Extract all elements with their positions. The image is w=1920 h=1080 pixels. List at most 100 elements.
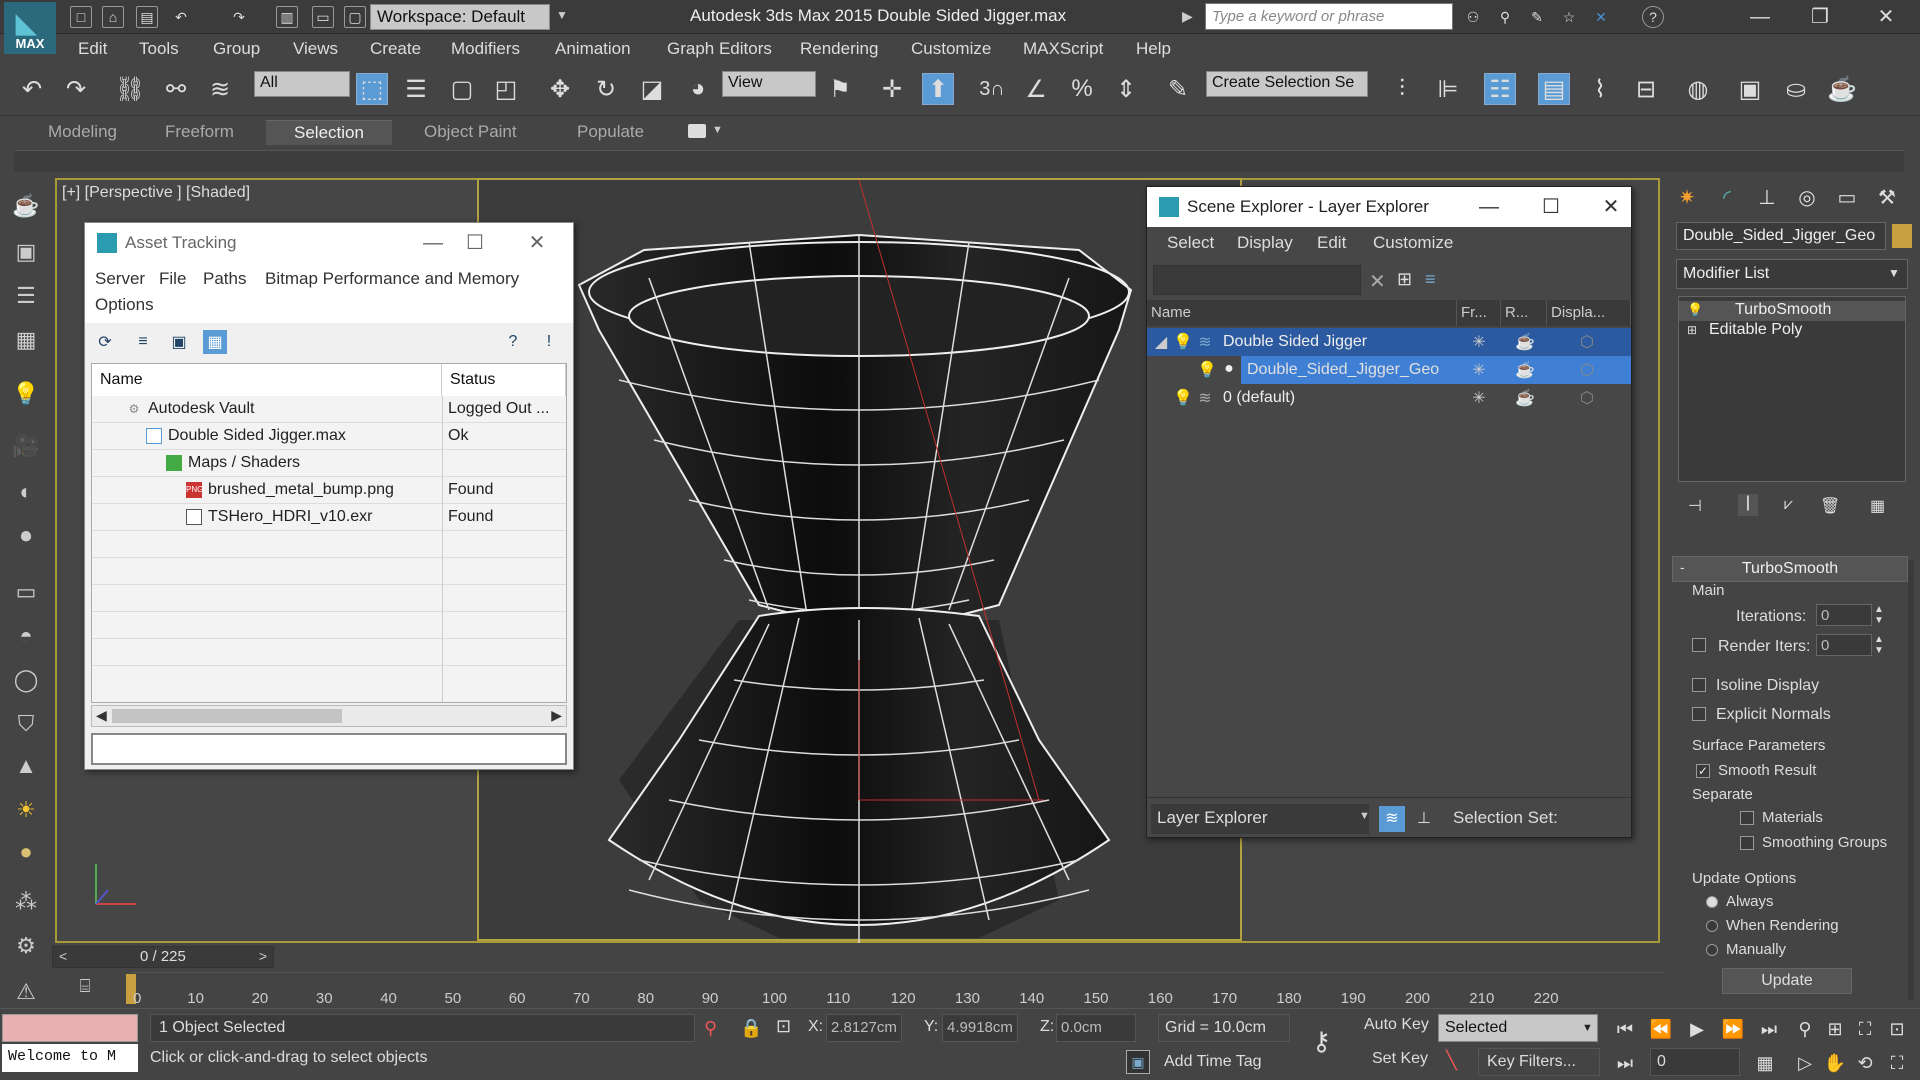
helper-icon[interactable]: ◐ [10, 476, 42, 508]
maxscript-listener-input[interactable] [2, 1014, 138, 1042]
chevron-down-icon[interactable]: ▼ [556, 8, 568, 22]
panel-scrollbar[interactable] [1908, 560, 1914, 1000]
menu-file[interactable]: File [159, 269, 186, 289]
manually-radio[interactable] [1706, 944, 1718, 956]
tab-freeform[interactable]: Freeform [165, 122, 234, 142]
new-scene-icon[interactable]: □ [70, 6, 92, 28]
render-teapot-icon[interactable]: ☕ [1515, 332, 1535, 352]
explorer-mode-dropdown[interactable]: Layer Explorer [1151, 804, 1369, 834]
iterations-spinner[interactable]: 0 [1816, 604, 1872, 626]
toggle-scene-explorer-icon[interactable]: ☷ [1484, 73, 1516, 105]
object-row-jigger-geo[interactable]: 💡 ● Double_Sided_Jigger_Geo ✳ ☕ ⬡ [1147, 356, 1631, 384]
menu-bitmap-performance[interactable]: Bitmap Performance and Memory [265, 269, 519, 289]
menu-help[interactable]: Help [1136, 39, 1171, 59]
close-button[interactable]: ✕ [1866, 4, 1906, 30]
materials-checkbox[interactable] [1740, 811, 1754, 825]
table-row[interactable]: ⚙ Autodesk Vault Logged Out ... [92, 396, 566, 423]
object-name-field[interactable]: Double_Sided_Jigger_Geo [1676, 222, 1886, 250]
modifier-list-dropdown[interactable]: Modifier List [1676, 259, 1908, 289]
column-frozen[interactable]: Fr... [1457, 300, 1501, 326]
exchange-icon[interactable]: ✕ [1590, 6, 1612, 28]
maxscript-output[interactable]: Welcome to M [2, 1044, 138, 1072]
motion-tab-icon[interactable]: ◎ [1790, 182, 1824, 212]
list-view-icon[interactable]: ≡ [131, 330, 155, 354]
scroll-right-icon[interactable]: ▶ [551, 707, 562, 724]
hierarchy-tab-icon[interactable]: ⊥ [1750, 182, 1784, 212]
table-row[interactable]: PNG brushed_metal_bump.png Found [92, 477, 566, 504]
menu-edit[interactable]: Edit [1317, 233, 1346, 253]
binoculars-icon[interactable]: ⚇ [1462, 6, 1484, 28]
tools-icon[interactable]: ⚠ [10, 976, 42, 1008]
scroll-left-icon[interactable]: ◀ [96, 707, 107, 724]
rectangular-selection-icon[interactable]: ▢ [446, 73, 478, 105]
expand-arrow-icon[interactable]: ▶ [1182, 8, 1193, 25]
align-icon[interactable]: ⊫ [1432, 73, 1464, 105]
basket-icon[interactable]: ⛉ [10, 708, 42, 740]
light-bulb-icon[interactable]: 💡 [1197, 360, 1217, 380]
video-camera-icon[interactable]: ⏺ [10, 520, 42, 552]
find-icon[interactable]: ⊞ [1397, 269, 1412, 290]
layout-icon[interactable]: ▭ [312, 6, 334, 28]
time-config-icon[interactable]: ▦ [1752, 1050, 1778, 1076]
render-iters-spinner[interactable]: 0 [1816, 634, 1872, 656]
curve-editor-icon[interactable]: ⌇ [1584, 73, 1616, 105]
search-tools-icon[interactable]: ⚲ [1494, 6, 1516, 28]
light-icon[interactable]: 💡 [10, 378, 42, 410]
previous-frame-icon[interactable]: ⏪ [1648, 1016, 1674, 1042]
tab-populate[interactable]: Populate [577, 122, 644, 142]
column-display[interactable]: Displa... [1547, 300, 1631, 326]
menu-paths[interactable]: Paths [203, 269, 246, 289]
sun-icon[interactable]: ☀ [10, 794, 42, 826]
key-tangent-icon[interactable]: ╲ [1446, 1050, 1457, 1071]
scroll-thumb[interactable] [112, 709, 342, 723]
selection-filter-dropdown[interactable]: All [254, 71, 350, 97]
help-icon[interactable]: ? [1642, 6, 1664, 28]
auto-key-button[interactable]: Auto Key [1364, 1016, 1429, 1034]
open-file-icon[interactable]: ⌂ [102, 6, 124, 28]
keyboard-shortcut-override-icon[interactable]: ⬆ [922, 73, 954, 105]
workspace-dropdown[interactable]: Workspace: Default [370, 4, 550, 30]
minimize-button[interactable]: — [413, 229, 453, 257]
maximize-button[interactable]: ☐ [455, 229, 495, 257]
freeze-icon[interactable]: ✳ [1469, 388, 1489, 408]
table-view-icon[interactable]: ▦ [203, 330, 227, 354]
tab-modeling[interactable]: Modeling [48, 122, 117, 142]
percent-snap-icon[interactable]: % [1066, 73, 1098, 105]
render-production-icon[interactable]: ☕ [1826, 73, 1858, 105]
ribbon-options-icon[interactable] [688, 124, 706, 138]
menu-modifiers[interactable]: Modifiers [451, 39, 520, 59]
render-iters-checkbox[interactable] [1692, 638, 1706, 652]
isoline-display-checkbox[interactable] [1692, 678, 1706, 692]
keyword-search-input[interactable]: Type a keyword or phrase [1205, 3, 1453, 30]
pivot-center-icon[interactable]: ⚑ [824, 73, 856, 105]
always-radio[interactable] [1706, 896, 1718, 908]
menu-graph-editors[interactable]: Graph Editors [667, 39, 772, 59]
pan-view-icon[interactable]: ✋ [1822, 1050, 1848, 1076]
next-frame-icon[interactable]: ⏩ [1720, 1016, 1746, 1042]
current-frame-field[interactable]: 0 [1650, 1048, 1740, 1076]
clear-search-icon[interactable]: ✕ [1369, 269, 1386, 294]
key-mode-dropdown[interactable]: Selected [1438, 1014, 1598, 1042]
sort-by-hierarchy-icon[interactable]: ⊥ [1411, 806, 1437, 832]
render-teapot-icon[interactable]: ☕ [1515, 360, 1535, 380]
chevron-down-icon[interactable]: ▼ [1359, 810, 1370, 822]
select-and-link-icon[interactable]: ⛓ [114, 73, 146, 105]
render-setup-icon[interactable]: ▣ [1734, 73, 1766, 105]
sphere-icon[interactable]: ◯ [10, 664, 42, 696]
absolute-mode-icon[interactable]: ⊡ [776, 1016, 791, 1037]
collapse-minus-icon[interactable]: - [1680, 559, 1685, 575]
minimize-button[interactable]: — [1469, 193, 1509, 221]
column-render[interactable]: R... [1501, 300, 1547, 326]
asset-path-field[interactable] [91, 733, 567, 765]
cone-icon[interactable]: ▲ [10, 750, 42, 782]
menu-maxscript[interactable]: MAXScript [1023, 39, 1103, 59]
x-coordinate-field[interactable]: 2.8127cm [826, 1014, 902, 1042]
tab-object-paint[interactable]: Object Paint [424, 122, 517, 142]
smoothing-groups-checkbox[interactable] [1740, 836, 1754, 850]
subscription-icon[interactable]: ✎ [1526, 6, 1548, 28]
orbit-icon[interactable]: ⟲ [1852, 1050, 1878, 1076]
menu-create[interactable]: Create [370, 39, 421, 59]
tab-selection[interactable]: Selection [266, 120, 392, 145]
lock-selection-icon[interactable]: 🔒 [740, 1018, 762, 1039]
time-tag-icon[interactable]: ▣ [1126, 1050, 1150, 1074]
